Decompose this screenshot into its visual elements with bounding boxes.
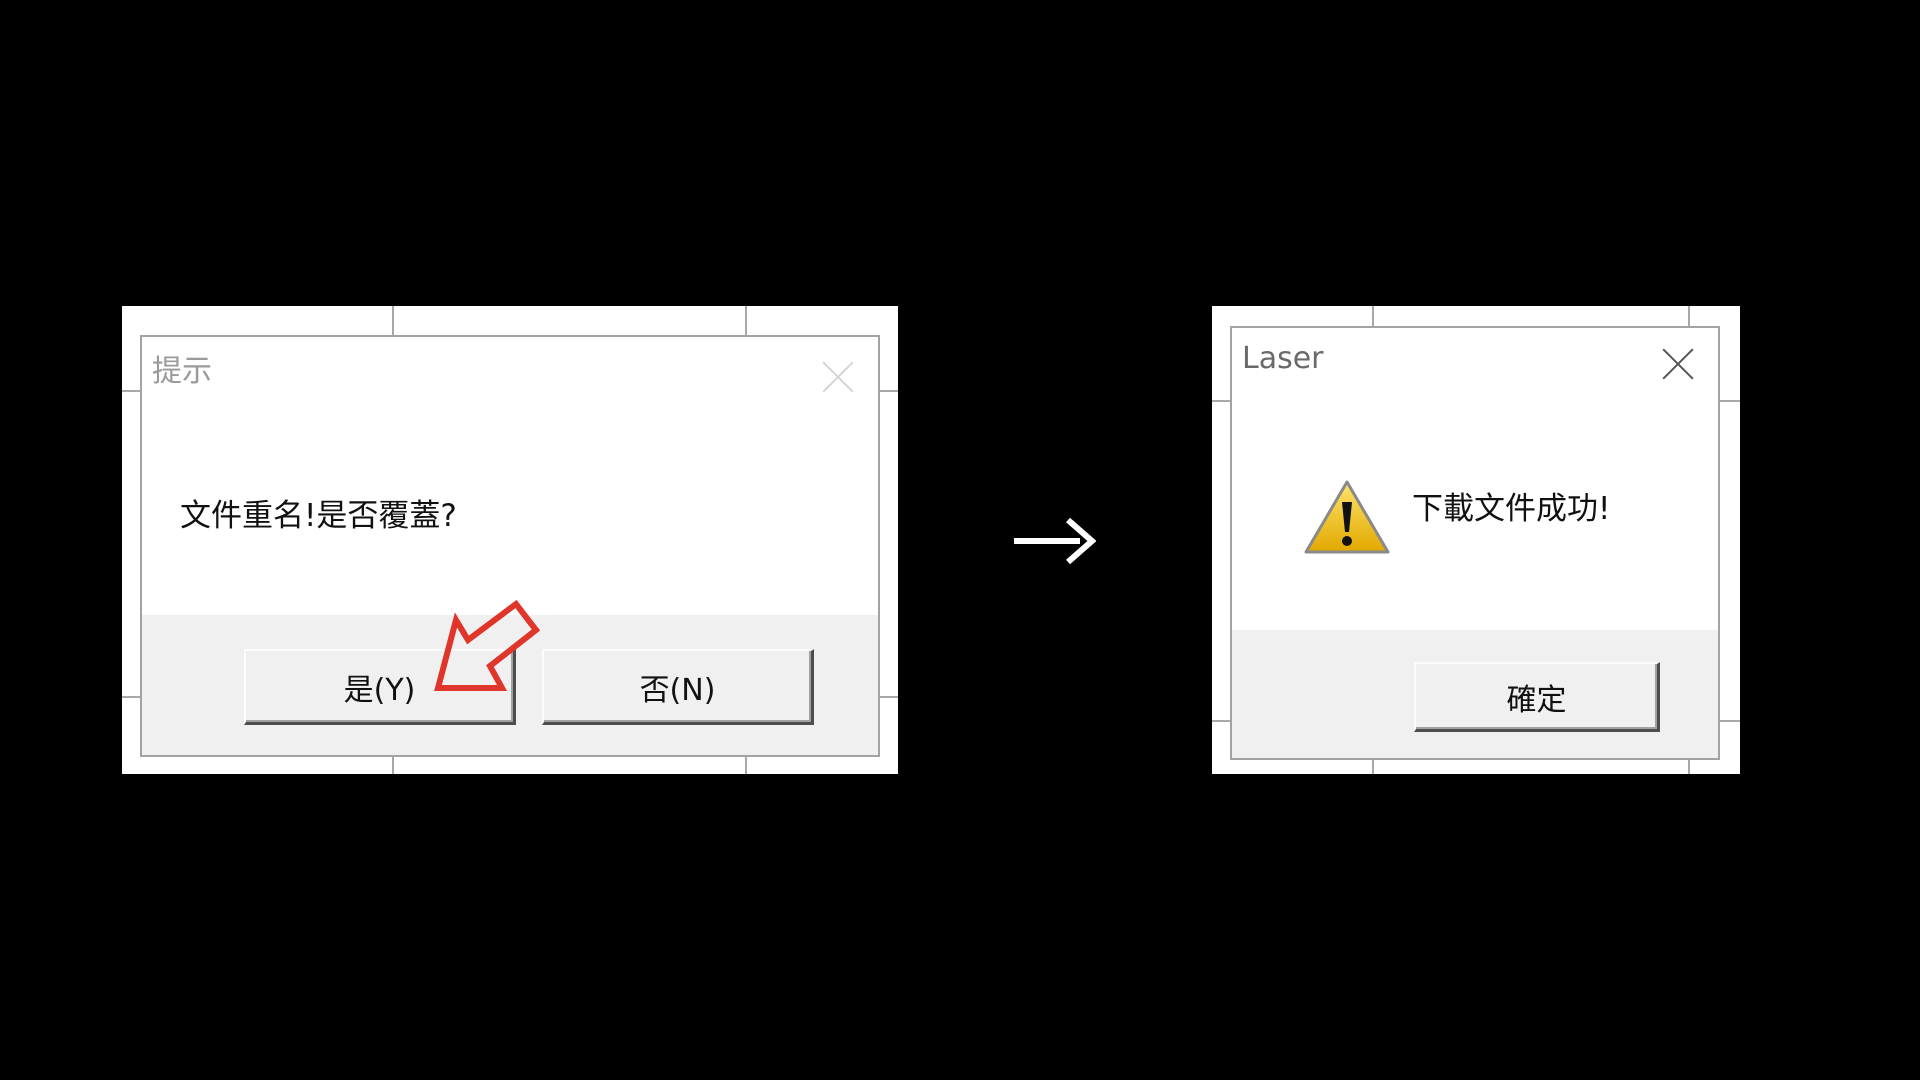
- callout-arrow-icon: [434, 599, 541, 691]
- close-icon[interactable]: [1660, 346, 1696, 382]
- success-dialog: Laser 下載文件成功! 確定: [1230, 326, 1720, 760]
- warning-icon: [1304, 480, 1390, 554]
- ok-button[interactable]: 確定: [1414, 662, 1660, 732]
- dialog-message: 下載文件成功!: [1412, 491, 1611, 527]
- left-panel: 提示 .dim::before, .dim::after { backgroun…: [122, 306, 898, 774]
- close-icon[interactable]: .dim::before, .dim::after { background:#…: [820, 359, 856, 395]
- no-button[interactable]: 否(N): [542, 649, 814, 725]
- right-arrow-icon: [1014, 517, 1096, 565]
- dialog-title: 提示: [152, 354, 212, 389]
- dialog-message: 文件重名!是否覆蓋?: [180, 498, 457, 534]
- right-panel: Laser 下載文件成功! 確定: [1212, 306, 1740, 774]
- dialog-title: Laser: [1242, 341, 1324, 376]
